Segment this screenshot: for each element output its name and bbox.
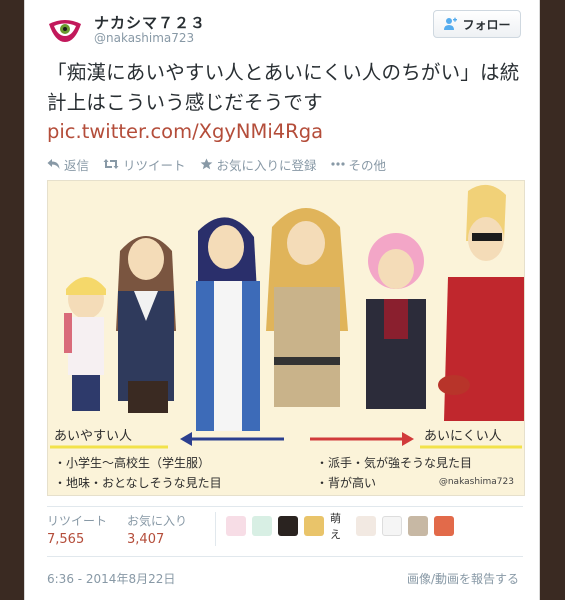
tweet-media-link[interactable]: pic.twitter.com/XgyNMi4Rga [47, 117, 323, 147]
figure-blue-jacket [196, 217, 260, 431]
favoriter-avatar[interactable] [226, 516, 247, 536]
favoriter-avatar[interactable] [304, 516, 325, 536]
image-watermark: @nakashima723 [438, 477, 514, 487]
follow-button[interactable]: フォロー [433, 10, 521, 38]
favoriter-avatar[interactable] [434, 516, 455, 536]
favorite-count-label: お気に入り [127, 514, 188, 528]
figure-blonde [266, 208, 348, 407]
favoriter-avatar[interactable]: 萌え [330, 512, 351, 541]
list-item: ・小学生～高校生（学生服） [54, 456, 211, 470]
list-easy-target: ・小学生～高校生（学生服） ・地味・おとなしそうな見た目 [54, 453, 222, 493]
illustration [48, 181, 524, 495]
more-label: その他 [348, 157, 387, 173]
retweet-label: リツイート [123, 157, 186, 173]
divider [47, 556, 523, 557]
reply-icon [47, 159, 60, 169]
more-button[interactable]: その他 [330, 155, 387, 174]
follow-label: フォロー [462, 17, 511, 32]
retweet-stat[interactable]: リツイート 7,565 [47, 512, 107, 552]
favoriter-avatar[interactable] [408, 516, 429, 536]
list-item: ・派手・気が強そうな見た目 [316, 456, 473, 470]
display-name[interactable]: ナカシマ７２３ [94, 12, 206, 33]
tweet-header: ナカシマ７２３ @nakashima723 フォロー [47, 10, 521, 50]
favoriter-avatar[interactable] [278, 516, 299, 536]
tweet-text: 「痴漢にあいやすい人とあいにくい人のちがい」は統計上はこういう感じだそうです [47, 61, 520, 114]
tweet-timestamp[interactable]: 6:36 - 2014年8月22日 [47, 570, 175, 587]
caption-hard-target: あいにくい人 [424, 429, 502, 444]
favorite-count: 3,407 [127, 532, 165, 547]
eye-logo-icon [47, 12, 83, 48]
favoriter-avatar[interactable] [356, 516, 377, 536]
tweet-card: ナカシマ７２３ @nakashima723 フォロー 「痴漢にあいやすい人とあい… [24, 0, 540, 600]
favorite-label: お気に入りに登録 [216, 157, 317, 173]
caption-easy-target: あいやすい人 [54, 429, 133, 444]
retweet-count-label: リツイート [47, 514, 108, 528]
tweet-stats: リツイート 7,565 お気に入り 3,407 萌え [47, 512, 455, 552]
tweet-actions: 返信 リツイート お気に入りに登録 その他 [47, 154, 400, 174]
favoriter-avatar[interactable] [382, 516, 403, 536]
favoriter-avatars: 萌え [215, 512, 455, 546]
retweet-icon [103, 159, 119, 169]
favoriter-avatar[interactable] [252, 516, 273, 536]
favoriter-avatar-text: 萌え [330, 512, 342, 541]
retweet-button[interactable]: リツイート [103, 155, 186, 174]
retweet-count: 7,565 [47, 532, 85, 547]
divider [47, 506, 523, 507]
figure-glasses-student [116, 236, 176, 413]
favorite-button[interactable]: お気に入りに登録 [200, 155, 317, 174]
favorite-stat[interactable]: お気に入り 3,407 [127, 512, 187, 552]
report-media-link[interactable]: 画像/動画を報告する [407, 570, 519, 587]
tweet-media-image[interactable]: あいやすい人 あいにくい人 ・小学生～高校生（学生服） ・地味・おとなしそうな見… [47, 180, 525, 496]
more-icon [330, 162, 345, 166]
figure-pink-hair [366, 233, 426, 409]
list-item: ・地味・おとなしそうな見た目 [54, 476, 222, 490]
reply-label: 返信 [64, 157, 90, 173]
user-handle[interactable]: @nakashima723 [94, 31, 194, 45]
list-hard-target: ・派手・気が強そうな見た目 ・背が高い [316, 453, 472, 493]
star-icon [200, 158, 212, 170]
avatar[interactable] [47, 12, 83, 48]
reply-button[interactable]: 返信 [47, 155, 89, 174]
add-user-icon [444, 17, 458, 30]
